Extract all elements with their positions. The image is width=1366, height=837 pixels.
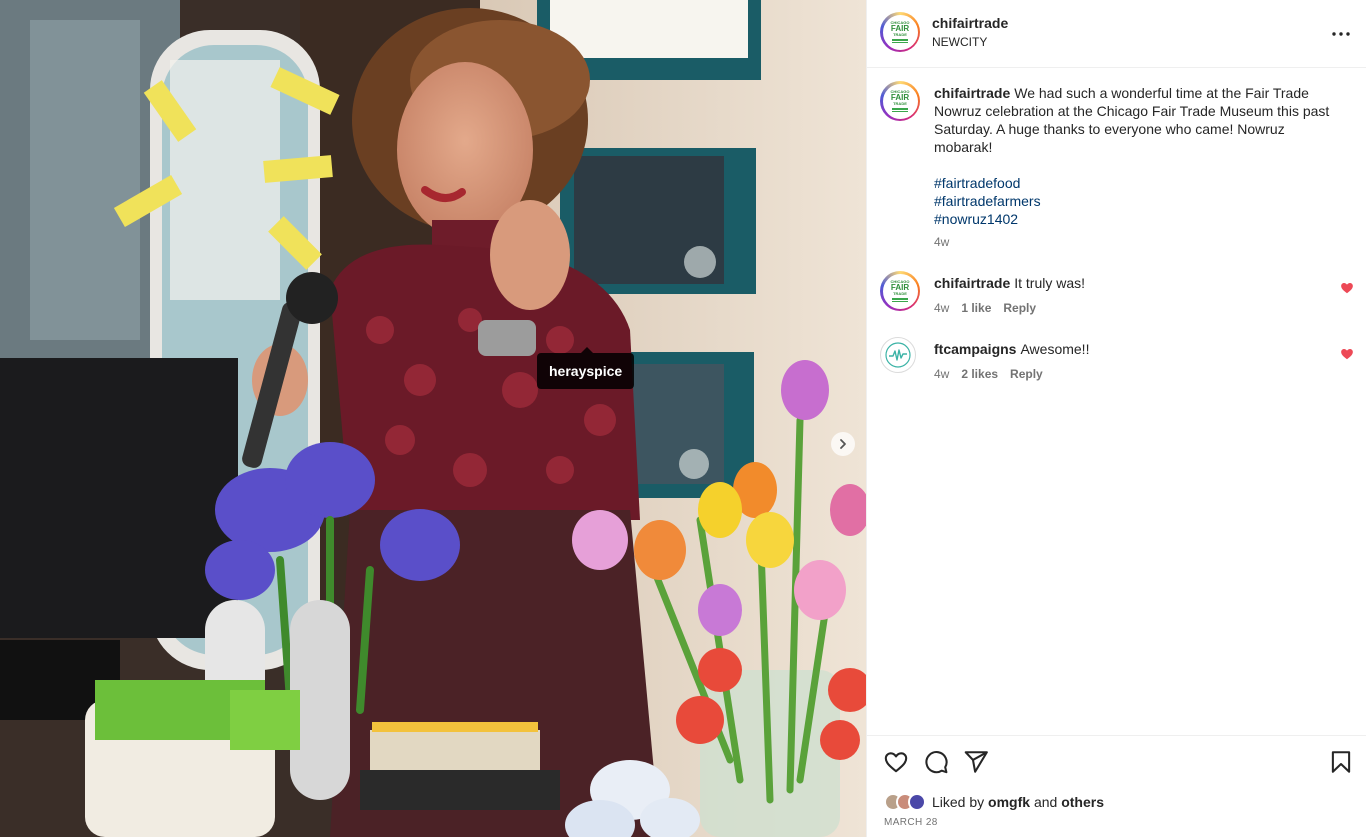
hashtag-list: #fairtradefood #fairtradefarmers #nowruz…: [934, 174, 1339, 228]
avatar[interactable]: CHICAGO FAIR TRADE: [880, 81, 920, 121]
liked-by-others-link[interactable]: others: [1061, 794, 1104, 810]
caption-age[interactable]: 4w: [934, 235, 949, 249]
comment-meta: 4w 2 likes Reply: [934, 367, 1043, 381]
hashtag-link[interactable]: #fairtradefood: [934, 174, 1339, 192]
bookmark-icon[interactable]: [1328, 749, 1354, 775]
hashtag-link[interactable]: #nowruz1402: [934, 210, 1339, 228]
avatar[interactable]: [880, 337, 916, 373]
caption-meta: 4w: [934, 235, 949, 249]
reply-button[interactable]: Reply: [1003, 301, 1036, 315]
liked-by-and: and: [1033, 794, 1058, 810]
hashtag-link[interactable]: #fairtradefarmers: [934, 192, 1339, 210]
photo-user-tag[interactable]: herayspice: [537, 347, 635, 389]
comment-likes[interactable]: 1 like: [961, 301, 991, 315]
liked-heart-icon[interactable]: [1340, 281, 1354, 295]
liked-by-prefix: Liked by: [932, 794, 985, 810]
post-media[interactable]: herayspice: [0, 0, 866, 837]
next-arrow-icon: [840, 439, 846, 449]
comment-age[interactable]: 4w: [934, 301, 949, 315]
header-location[interactable]: NEWCITY: [932, 35, 987, 49]
fair-trade-logo: CHICAGO FAIR TRADE: [891, 21, 909, 43]
caption-body: chifairtrade We had such a wonderful time…: [934, 84, 1339, 228]
post-header: CHICAGO FAIR TRADE chifairtrade NEWCITY: [867, 0, 1366, 68]
post-side-panel: CHICAGO FAIR TRADE chifairtrade NEWCITY …: [866, 0, 1366, 837]
share-icon[interactable]: [963, 749, 989, 775]
comment-body: chifairtrade It truly was!: [934, 274, 1339, 292]
reply-button[interactable]: Reply: [1010, 367, 1043, 381]
heart-icon[interactable]: [883, 749, 909, 775]
post-date[interactable]: MARCH 28: [884, 817, 938, 828]
fair-trade-logo: CHICAGO FAIR TRADE: [891, 280, 909, 302]
liked-heart-icon[interactable]: [1340, 347, 1354, 361]
logo-text-trade: TRADE: [893, 32, 907, 37]
logo-text-trade: TRADE: [893, 291, 907, 296]
avatar: [908, 793, 926, 811]
post-actions: Liked by omgfk and others MARCH 28: [867, 735, 1366, 837]
more-options-button[interactable]: [1329, 22, 1353, 46]
comment-icon[interactable]: [923, 749, 949, 775]
ftcampaigns-logo-icon: [885, 342, 911, 368]
caption-username[interactable]: chifairtrade: [934, 85, 1010, 101]
comment-age[interactable]: 4w: [934, 367, 949, 381]
comment-text: Awesome!!: [1020, 341, 1090, 357]
logo-text-trade: TRADE: [893, 101, 907, 106]
liked-by-avatars[interactable]: [884, 793, 926, 811]
comment-likes[interactable]: 2 likes: [961, 367, 998, 381]
more-icon: [1332, 32, 1350, 36]
comment-text: It truly was!: [1014, 275, 1086, 291]
fair-trade-logo: CHICAGO FAIR TRADE: [891, 90, 909, 112]
post-photo: [0, 0, 866, 837]
avatar[interactable]: CHICAGO FAIR TRADE: [880, 12, 920, 52]
comment-username[interactable]: chifairtrade: [934, 275, 1010, 291]
liked-by-user-link[interactable]: omgfk: [988, 794, 1030, 810]
liked-by-row: Liked by omgfk and others: [884, 792, 1104, 812]
comments-list[interactable]: CHICAGO FAIR TRADE chifairtrade We had su…: [867, 69, 1366, 735]
next-image-button[interactable]: [831, 432, 855, 456]
header-username[interactable]: chifairtrade: [932, 15, 1008, 31]
avatar[interactable]: CHICAGO FAIR TRADE: [880, 271, 920, 311]
comment-meta: 4w 1 like Reply: [934, 301, 1036, 315]
comment-body: ftcampaigns Awesome!!: [934, 340, 1339, 358]
comment-username[interactable]: ftcampaigns: [934, 341, 1016, 357]
